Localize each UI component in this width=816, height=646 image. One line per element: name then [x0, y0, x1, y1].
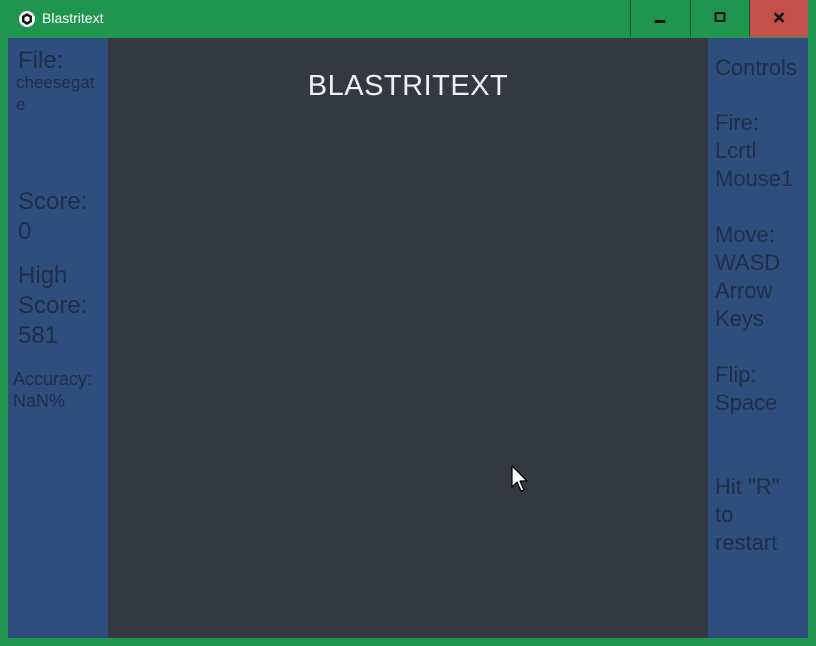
close-button[interactable]	[749, 0, 808, 37]
app-icon	[19, 11, 35, 27]
high-score-label: High Score:	[18, 262, 88, 319]
controls-heading: Controls	[715, 55, 797, 80]
minimize-icon	[654, 19, 666, 23]
accuracy-label: Accuracy:	[13, 369, 93, 389]
maximize-button[interactable]	[690, 0, 749, 37]
left-info-panel: File: cheesegate Score: 0 High Score: 58…	[8, 38, 108, 638]
move-controls: Move: WASD Arrow Keys	[715, 222, 781, 331]
score-value: 0	[18, 218, 32, 245]
game-area[interactable]: BLASTRITEXT	[108, 38, 708, 638]
restart-hint: Hit "R" to restart	[715, 474, 780, 555]
right-controls-panel: Controls Fire: Lcrtl Mouse1 Move: WASD A…	[708, 38, 808, 638]
mouse-cursor-icon	[511, 465, 528, 492]
accuracy-value: NaN%	[13, 391, 66, 411]
flip-controls: Flip: Space	[715, 362, 778, 415]
fire-controls: Fire: Lcrtl Mouse1	[715, 110, 794, 191]
title-bar[interactable]: Blastritext	[0, 0, 816, 38]
close-icon	[773, 12, 785, 23]
window-title: Blastritext	[42, 10, 104, 26]
high-score-value: 581	[18, 322, 59, 349]
game-content: File: cheesegate Score: 0 High Score: 58…	[8, 38, 808, 638]
game-title: BLASTRITEXT	[307, 70, 509, 102]
minimize-button[interactable]	[630, 0, 689, 37]
maximize-icon	[714, 12, 726, 22]
file-name: cheesegate	[16, 73, 95, 114]
score-label: Score:	[18, 188, 88, 215]
game-window: Blastritext File: cheesegate Score: 0 Hi…	[0, 0, 816, 646]
